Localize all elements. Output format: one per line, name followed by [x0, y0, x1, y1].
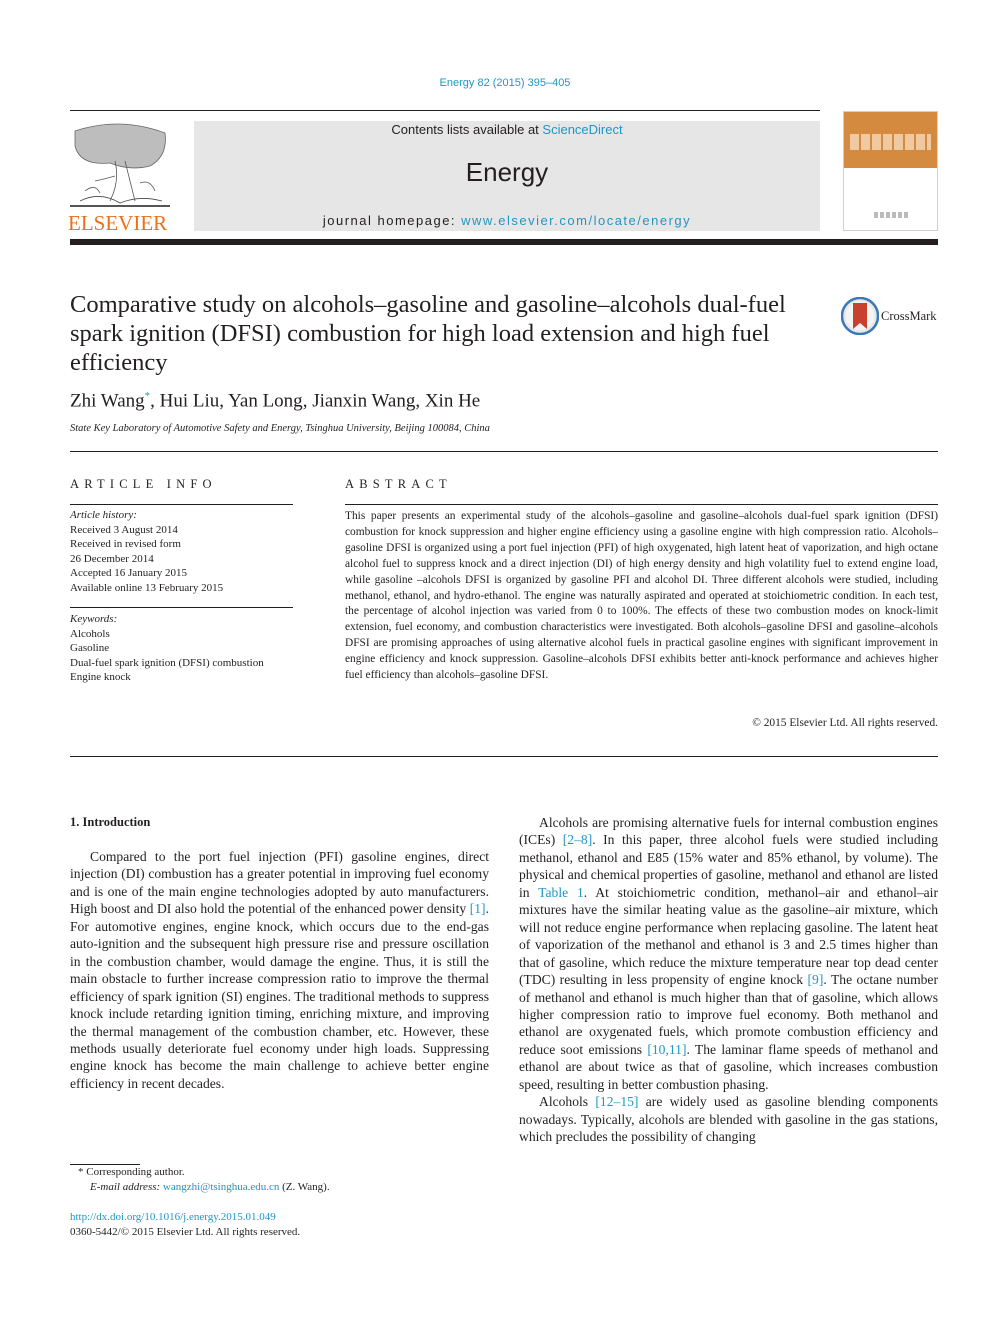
- citation-link[interactable]: [10,11]: [647, 1042, 686, 1057]
- body-paragraph: Compared to the port fuel injection (PFI…: [70, 848, 489, 1092]
- sciencedirect-link[interactable]: ScienceDirect: [542, 122, 622, 137]
- cover-footer-graphic: [874, 212, 910, 218]
- cover-title-graphic: [850, 134, 931, 150]
- paragraph-text: . For automotive engines, engine knock, …: [70, 901, 489, 1091]
- issn-copyright: 0360-5442/© 2015 Elsevier Ltd. All right…: [70, 1226, 301, 1238]
- author-name: Xin He: [424, 390, 481, 412]
- author-separator: ,: [219, 390, 229, 412]
- email-label: E-mail address:: [90, 1181, 163, 1193]
- journal-cover-thumbnail[interactable]: [843, 111, 938, 231]
- email-suffix: (Z. Wang).: [279, 1181, 330, 1193]
- author-name: Zhi Wang: [70, 390, 145, 412]
- author-separator: ,: [415, 390, 425, 412]
- citation-link[interactable]: [12–15]: [595, 1094, 638, 1109]
- keywords-label: Keywords:: [70, 613, 118, 625]
- history-entry: Available online 13 February 2015: [70, 581, 224, 594]
- history-entry: Accepted 16 January 2015: [70, 567, 187, 579]
- body-paragraph: Alcohols are promising alternative fuels…: [519, 814, 938, 1093]
- article-history: Article history: Received 3 August 2014 …: [70, 508, 300, 595]
- elsevier-tree-logo-icon: [70, 121, 170, 209]
- crossmark-label[interactable]: CrossMark: [881, 309, 937, 324]
- body-right-column: Alcohols are promising alternative fuels…: [519, 814, 938, 1146]
- abstract-copyright: © 2015 Elsevier Ltd. All rights reserved…: [752, 717, 938, 729]
- author-separator: ,: [150, 390, 160, 412]
- history-entry: Received in revised form: [70, 538, 181, 550]
- citation-link[interactable]: Table 1: [538, 885, 584, 900]
- affiliation-divider: [70, 451, 938, 452]
- keyword: Alcohols: [70, 627, 110, 640]
- journal-name: Energy: [465, 157, 549, 187]
- contents-available-line: Contents lists available at ScienceDirec…: [194, 123, 820, 137]
- body-paragraph: Alcohols [12–15] are widely used as gaso…: [519, 1093, 938, 1145]
- author-separator: ,: [302, 390, 313, 412]
- corresponding-author-note: * Corresponding author.: [78, 1166, 185, 1178]
- journal-citation-link[interactable]: Energy 82 (2015) 395–405: [0, 77, 992, 89]
- contents-prefix: Contents lists available at: [391, 122, 543, 137]
- paragraph-text: Compared to the port fuel injection (PFI…: [70, 849, 489, 917]
- citation-link[interactable]: [2–8]: [563, 832, 592, 847]
- doi-link[interactable]: http://dx.doi.org/10.1016/j.energy.2015.…: [70, 1211, 276, 1223]
- article-info-heading: ARTICLE INFO: [70, 477, 217, 491]
- abstract-divider: [70, 756, 938, 757]
- header-thick-rule: [70, 239, 938, 245]
- citation-link[interactable]: [9]: [808, 972, 824, 987]
- author-email-link[interactable]: wangzhi@tsinghua.edu.cn: [163, 1181, 279, 1193]
- history-entry: Received 3 August 2014: [70, 523, 178, 536]
- body-left-column: 1. Introduction Compared to the port fue…: [70, 814, 489, 1092]
- keyword: Dual-fuel spark ignition (DFSI) combusti…: [70, 656, 264, 669]
- paragraph-text: Alcohols: [539, 1094, 596, 1110]
- keyword: Engine knock: [70, 671, 131, 683]
- footnote-rule: [70, 1164, 140, 1165]
- crossmark-icon[interactable]: [841, 297, 879, 335]
- author-list: Zhi Wang*, Hui Liu, Yan Long, Jianxin Wa…: [70, 390, 480, 412]
- abstract-rule: [345, 504, 938, 505]
- article-title: Comparative study on alcohols–gasoline a…: [70, 291, 786, 376]
- abstract-heading: ABSTRACT: [345, 477, 452, 491]
- homepage-prefix: journal homepage:: [322, 213, 462, 228]
- author-name: Hui Liu: [159, 390, 220, 412]
- keywords-list: Keywords: Alcohols Gasoline Dual-fuel sp…: [70, 612, 300, 685]
- history-entry: 26 December 2014: [70, 552, 154, 565]
- keyword: Gasoline: [70, 642, 110, 654]
- header-top-rule: [70, 110, 820, 111]
- article-history-label: Article history:: [70, 509, 137, 521]
- journal-header-banner: Contents lists available at ScienceDirec…: [194, 121, 820, 231]
- journal-homepage-link[interactable]: www.elsevier.com/locate/energy: [461, 213, 691, 228]
- citation-link[interactable]: [1]: [470, 901, 486, 916]
- author-name: Yan Long: [228, 390, 303, 412]
- email-footnote: E-mail address: wangzhi@tsinghua.edu.cn …: [90, 1181, 330, 1193]
- journal-homepage-line: journal homepage: www.elsevier.com/locat…: [194, 213, 820, 228]
- section-heading-introduction: 1. Introduction: [70, 815, 151, 829]
- author-affiliation: State Key Laboratory of Automotive Safet…: [70, 423, 490, 434]
- elsevier-wordmark: ELSEVIER: [68, 211, 168, 235]
- keywords-rule: [70, 607, 293, 608]
- abstract-text: This paper presents an experimental stud…: [345, 510, 938, 682]
- article-info-rule: [70, 504, 293, 505]
- author-name: Jianxin Wang: [312, 390, 416, 412]
